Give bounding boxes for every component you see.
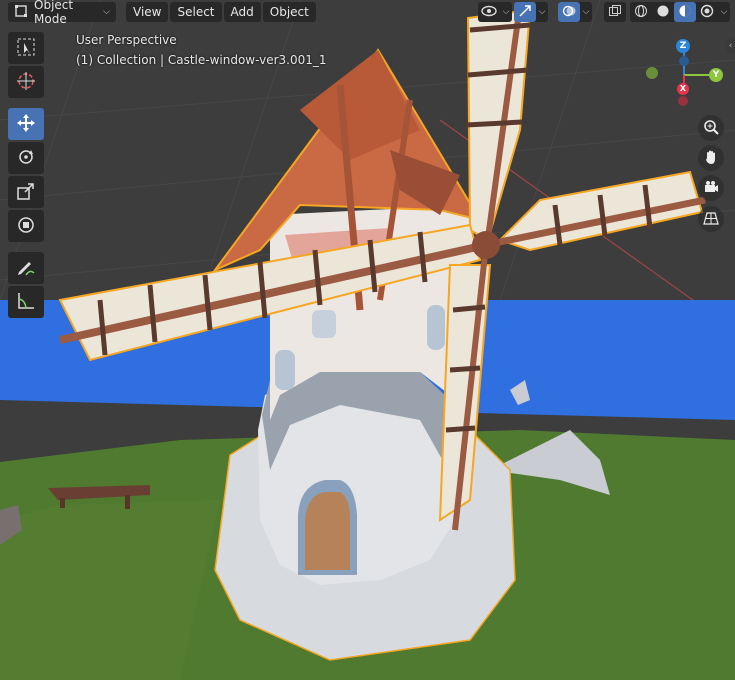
shading-group: ⌵ (630, 2, 730, 22)
shading-solid-button[interactable] (652, 2, 674, 22)
shading-rendered-button[interactable] (696, 2, 718, 22)
rotate-icon (16, 147, 36, 170)
camera-icon (703, 179, 719, 198)
tool-cursor[interactable] (8, 66, 44, 98)
ruler-icon (16, 291, 36, 314)
chevron-down-icon: ⌵ (103, 7, 110, 17)
axis-z-ball[interactable]: Z (676, 39, 690, 53)
axis-y-ball[interactable]: Y (709, 68, 723, 82)
pencil-icon (16, 257, 36, 280)
object-mode-label: Object Mode (34, 0, 74, 26)
tool-select-box[interactable] (8, 32, 44, 64)
camera-view-button[interactable] (698, 175, 724, 201)
view-perspective-label: User Perspective (76, 33, 177, 47)
pan-button[interactable] (698, 145, 724, 171)
view-object-types-button[interactable] (478, 2, 500, 22)
tool-measure[interactable] (8, 286, 44, 318)
axis-x-ball[interactable]: X (677, 83, 689, 95)
grid-icon (703, 210, 719, 229)
gizmo-arrow-icon (518, 4, 532, 21)
toggle-xray-button[interactable] (604, 2, 626, 22)
gizmo-group: ⌵ (514, 2, 548, 22)
axis-neg-y-ball[interactable] (646, 67, 658, 79)
tool-annotate[interactable] (8, 252, 44, 284)
chevron-down-icon[interactable]: ⌵ (500, 7, 512, 17)
menu-view[interactable]: View (126, 2, 169, 22)
rendered-sphere-icon (700, 4, 714, 21)
axis-neg-z-ball[interactable] (679, 56, 689, 66)
xray-group (604, 2, 626, 22)
viewport-header: Object Mode ⌵ View Select Add Object ⌵ ⌵… (0, 0, 735, 26)
hand-icon (703, 149, 719, 168)
select-box-icon (16, 37, 36, 60)
tool-shelf (8, 32, 47, 320)
chevron-down-icon[interactable]: ⌵ (718, 7, 730, 17)
viewport-menus: View Select Add Object (126, 2, 318, 22)
overlay-group: ⌵ (558, 2, 592, 22)
3d-viewport[interactable] (0, 0, 735, 680)
wireframe-sphere-icon (634, 4, 648, 21)
object-mode-dropdown[interactable]: Object Mode ⌵ (8, 0, 116, 26)
shading-wireframe-button[interactable] (630, 2, 652, 22)
zoom-button[interactable] (698, 115, 724, 141)
show-gizmo-button[interactable] (514, 2, 536, 22)
solid-sphere-icon (656, 4, 670, 21)
tool-rotate[interactable] (8, 142, 44, 174)
menu-object[interactable]: Object (262, 2, 316, 22)
chevron-down-icon[interactable]: ⌵ (580, 7, 592, 17)
tool-transform[interactable] (8, 210, 44, 242)
scale-icon (16, 181, 36, 204)
material-sphere-icon (678, 4, 692, 21)
xray-icon (608, 4, 622, 21)
move-icon (16, 113, 36, 136)
navigation-gizmo[interactable]: Z Y X (640, 32, 730, 112)
shading-material-button[interactable] (674, 2, 696, 22)
show-overlays-button[interactable] (558, 2, 580, 22)
menu-add[interactable]: Add (223, 2, 261, 22)
menu-select[interactable]: Select (170, 2, 222, 22)
overlays-icon (562, 4, 576, 21)
axis-neg-x-ball[interactable] (678, 96, 688, 106)
cursor-icon (16, 71, 36, 94)
visibility-group: ⌵ (478, 2, 512, 22)
transform-icon (16, 215, 36, 238)
chevron-down-icon[interactable]: ⌵ (536, 7, 548, 17)
sidebar-toggle[interactable]: ‹ (726, 38, 735, 54)
perspective-toggle-button[interactable] (698, 206, 724, 232)
object-mode-icon (14, 4, 28, 21)
active-collection-label: (1) Collection | Castle-window-ver3.001_… (76, 53, 327, 67)
eye-icon (481, 5, 497, 20)
tool-scale[interactable] (8, 176, 44, 208)
scene-render (0, 0, 735, 680)
zoom-icon (703, 119, 719, 138)
tool-move[interactable] (8, 108, 44, 140)
